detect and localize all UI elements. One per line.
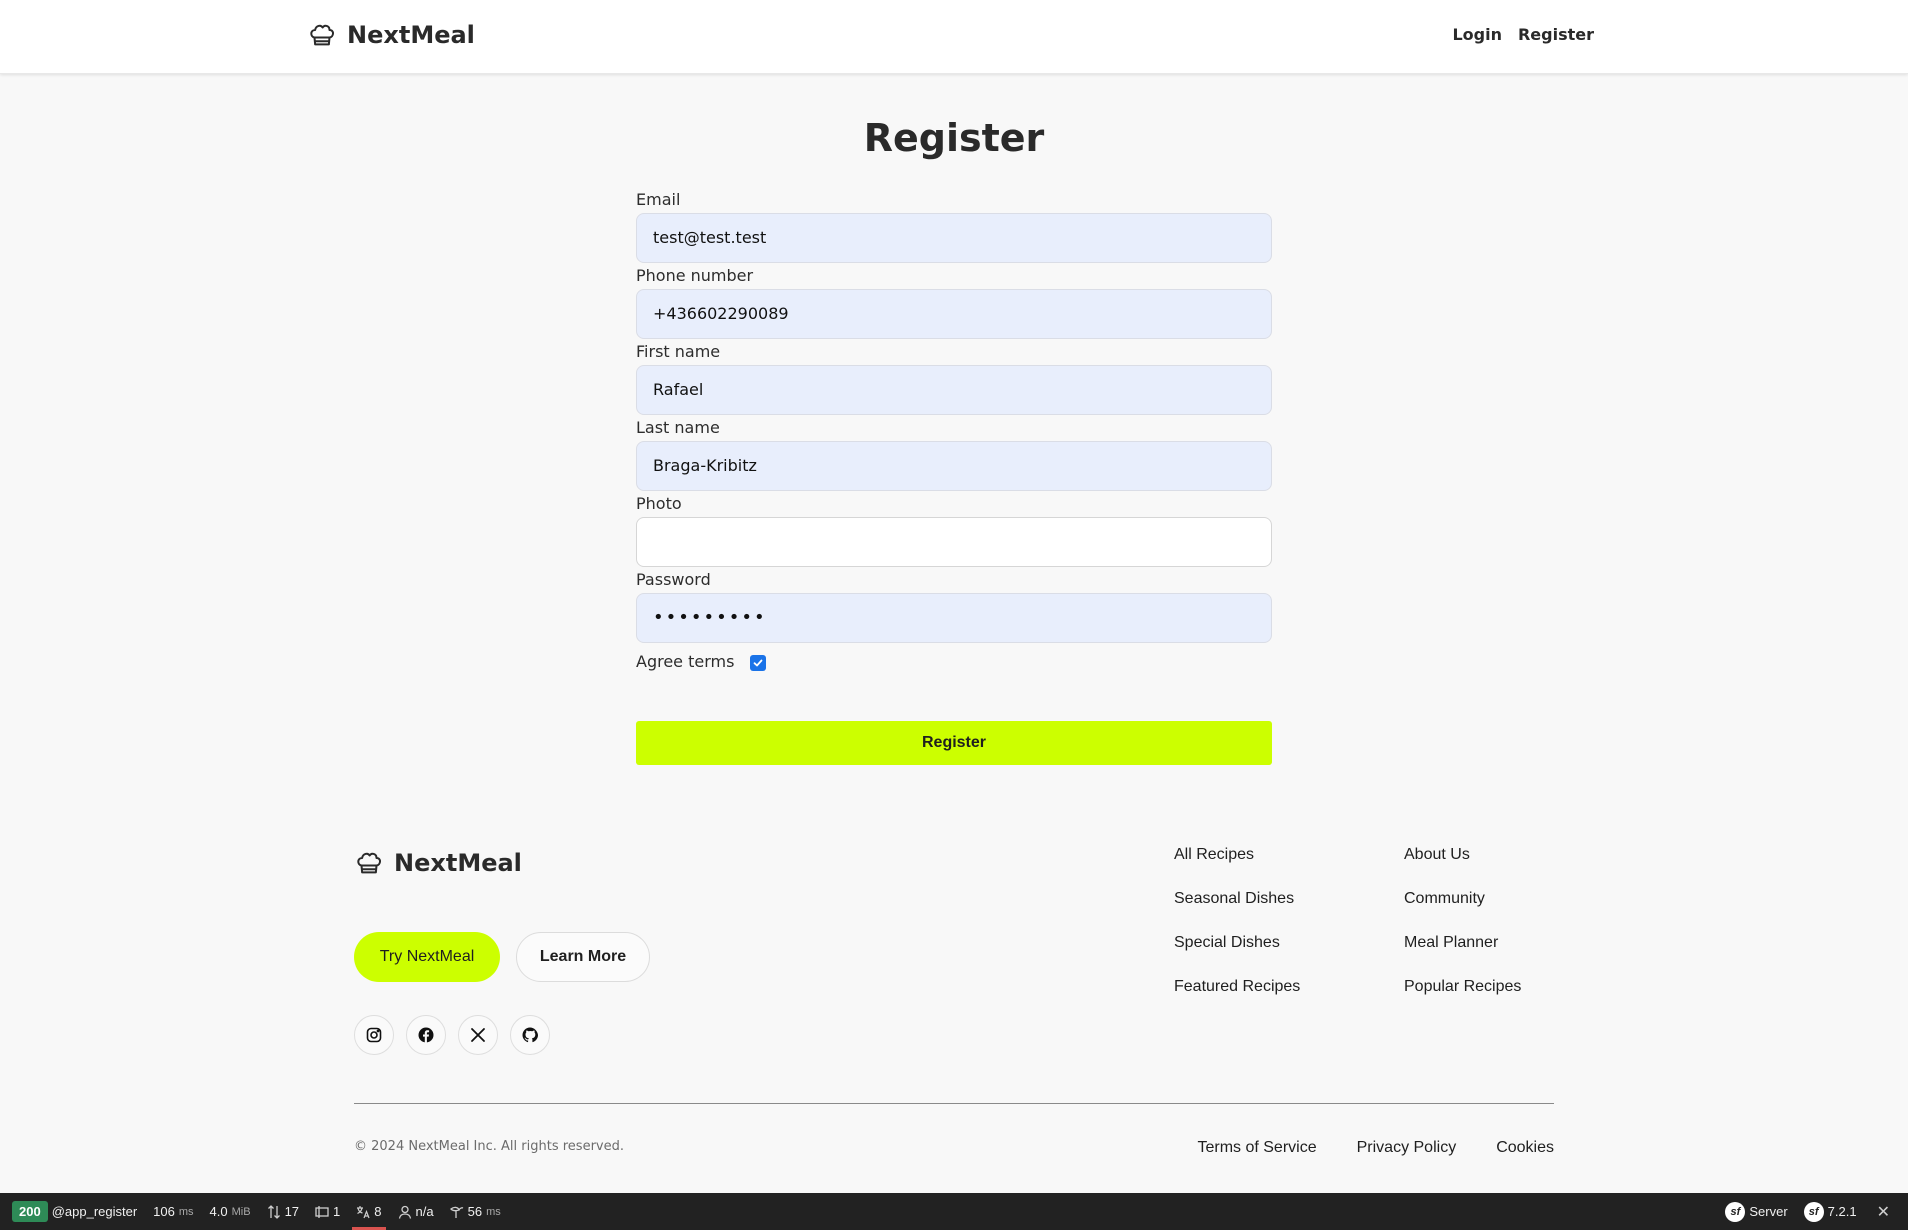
email-field-group: Email test@test.test	[636, 190, 1272, 266]
terms-of-service-link[interactable]: Terms of Service	[1197, 1139, 1316, 1157]
brand-name: NextMeal	[347, 21, 475, 49]
symfony-icon: sf	[1725, 1201, 1746, 1222]
forms-count: 1	[333, 1204, 341, 1219]
checkmark-icon	[754, 659, 763, 667]
first-name-label: First name	[636, 342, 721, 361]
footer-link-meal-planner[interactable]: Meal Planner	[1404, 934, 1521, 978]
phone-field-group: Phone number +436602290089	[636, 266, 1272, 342]
top-nav: Login Register	[1452, 25, 1594, 44]
memory-value: 4.0	[209, 1204, 228, 1219]
version-value: 7.2.1	[1827, 1204, 1857, 1219]
memory-unit: MiB	[231, 1205, 251, 1218]
x-link[interactable]	[458, 1015, 498, 1055]
footer-link-community[interactable]: Community	[1404, 890, 1521, 934]
time-unit: ms	[178, 1205, 194, 1218]
form-icon	[315, 1205, 329, 1218]
user-value: n/a	[415, 1204, 434, 1219]
render-value: 56	[467, 1204, 483, 1219]
toolbar-memory[interactable]: 4.0 MiB	[202, 1193, 259, 1230]
footer-link-all-recipes[interactable]: All Recipes	[1174, 846, 1300, 890]
privacy-policy-link[interactable]: Privacy Policy	[1357, 1139, 1457, 1157]
toolbar-translations[interactable]: 8	[348, 1193, 389, 1230]
arrows-updown-icon	[267, 1204, 280, 1219]
facebook-link[interactable]	[406, 1015, 446, 1055]
photo-label: Photo	[636, 494, 682, 513]
status-badge: 200	[12, 1201, 48, 1222]
nav-register-link[interactable]: Register	[1518, 25, 1594, 44]
footer-link-featured-recipes[interactable]: Featured Recipes	[1174, 978, 1300, 1022]
password-field-group: Password •••••••••	[636, 570, 1272, 646]
register-form: Email test@test.test Phone number +43660…	[636, 190, 1272, 676]
translations-count: 8	[374, 1204, 382, 1219]
toolbar-user[interactable]: n/a	[390, 1193, 442, 1230]
footer-links-recipes: All Recipes Seasonal Dishes Special Dish…	[1174, 846, 1300, 1022]
user-icon	[398, 1205, 411, 1219]
agree-terms-label: Agree terms	[636, 651, 735, 671]
legal-links: Terms of Service Privacy Policy Cookies	[1197, 1139, 1554, 1157]
agree-terms-row: Agree terms	[636, 646, 1272, 676]
agree-terms-checkbox[interactable]	[750, 655, 767, 671]
toolbar-request[interactable]: 200 @app_register	[0, 1193, 145, 1230]
last-name-field[interactable]: Braga-Kribitz	[636, 441, 1272, 491]
try-nextmeal-button[interactable]: Try NextMeal	[354, 932, 500, 982]
facebook-icon	[418, 1027, 434, 1043]
footer-links-company: About Us Community Meal Planner Popular …	[1404, 846, 1521, 1022]
header-brand[interactable]: NextMeal	[307, 20, 475, 50]
x-icon	[471, 1028, 485, 1042]
toolbar-right: sf Server sf 7.2.1 ✕	[1717, 1193, 1908, 1230]
toolbar-server[interactable]: sf Server	[1717, 1193, 1795, 1230]
email-field[interactable]: test@test.test	[636, 213, 1272, 263]
photo-field[interactable]	[636, 517, 1272, 567]
footer-link-seasonal-dishes[interactable]: Seasonal Dishes	[1174, 890, 1300, 934]
footer-link-about-us[interactable]: About Us	[1404, 846, 1521, 890]
register-submit-button[interactable]: Register	[636, 721, 1272, 765]
nav-login-link[interactable]: Login	[1452, 25, 1502, 44]
page-title: Register	[863, 116, 1045, 160]
site-header: NextMeal Login Register	[0, 0, 1908, 74]
time-value: 106	[153, 1204, 175, 1219]
footer-divider	[354, 1103, 1554, 1104]
first-name-field[interactable]: Rafael	[636, 365, 1272, 415]
cookies-link[interactable]: Cookies	[1496, 1139, 1554, 1157]
phone-label: Phone number	[636, 266, 754, 285]
social-links	[354, 1015, 550, 1055]
chef-hat-icon	[357, 852, 382, 874]
footer-brand-name: NextMeal	[394, 849, 522, 877]
github-link[interactable]	[510, 1015, 550, 1055]
photo-field-group: Photo	[636, 494, 1272, 570]
footer-brand[interactable]: NextMeal	[354, 848, 522, 878]
leaf-icon	[449, 1206, 463, 1218]
github-icon	[522, 1027, 538, 1043]
email-label: Email	[636, 190, 681, 209]
password-label: Password	[636, 570, 711, 589]
render-unit: ms	[486, 1205, 501, 1218]
copyright-text: © 2024 NextMeal Inc. All rights reserved…	[354, 1139, 624, 1154]
toolbar-time[interactable]: 106 ms	[145, 1193, 201, 1230]
server-label: Server	[1749, 1204, 1788, 1219]
password-field[interactable]: •••••••••	[636, 593, 1272, 643]
chef-hat-icon	[310, 24, 335, 46]
instagram-icon	[366, 1027, 382, 1043]
translation-icon	[357, 1205, 370, 1218]
instagram-link[interactable]	[354, 1015, 394, 1055]
learn-more-button[interactable]: Learn More	[516, 932, 650, 982]
symfony-icon: sf	[1803, 1201, 1824, 1222]
close-icon[interactable]: ✕	[1865, 1202, 1908, 1222]
last-name-label: Last name	[636, 418, 720, 437]
toolbar-version[interactable]: sf 7.2.1	[1796, 1193, 1865, 1230]
phone-field[interactable]: +436602290089	[636, 289, 1272, 339]
toolbar-requests[interactable]: 17	[259, 1193, 307, 1230]
toolbar-render[interactable]: 56 ms	[442, 1193, 509, 1230]
last-name-field-group: Last name Braga-Kribitz	[636, 418, 1272, 494]
debug-toolbar: 200 @app_register 106 ms 4.0 MiB 17 1 8 …	[0, 1193, 1908, 1230]
footer-link-popular-recipes[interactable]: Popular Recipes	[1404, 978, 1521, 1022]
toolbar-forms[interactable]: 1	[307, 1193, 348, 1230]
requests-count: 17	[284, 1204, 300, 1219]
footer-link-special-dishes[interactable]: Special Dishes	[1174, 934, 1300, 978]
first-name-field-group: First name Rafael	[636, 342, 1272, 418]
route-name: @app_register	[51, 1204, 138, 1219]
